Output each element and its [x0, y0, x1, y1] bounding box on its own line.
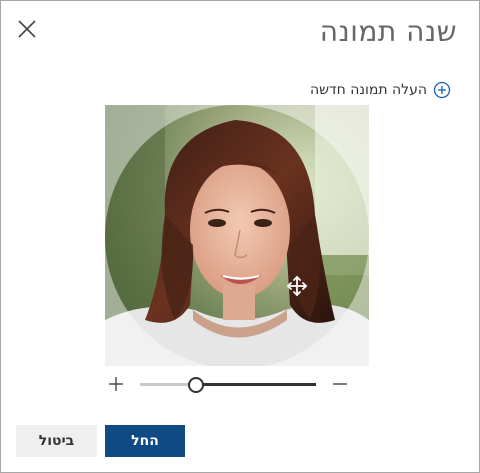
upload-label: העלה תמונה חדשה: [309, 82, 427, 98]
photo-crop-area[interactable]: [105, 105, 369, 366]
dialog-title: שנה תמונה: [319, 15, 457, 48]
close-icon: [18, 20, 36, 38]
upload-new-photo-link[interactable]: העלה תמונה חדשה: [310, 81, 451, 99]
zoom-slider-thumb[interactable]: [188, 377, 205, 393]
profile-photo: [105, 105, 369, 366]
cancel-button[interactable]: ביטול: [16, 425, 97, 457]
zoom-slider[interactable]: [140, 377, 316, 393]
move-icon[interactable]: [286, 275, 308, 297]
plus-circle-icon: [433, 81, 451, 99]
close-button[interactable]: [15, 17, 39, 41]
zoom-control: [105, 373, 351, 395]
change-photo-dialog: שנה תמונה העלה תמונה חדשה החל ביטול: [0, 0, 480, 473]
plus-icon[interactable]: [107, 375, 125, 393]
apply-button[interactable]: החל: [105, 425, 185, 457]
minus-icon[interactable]: [331, 375, 349, 393]
